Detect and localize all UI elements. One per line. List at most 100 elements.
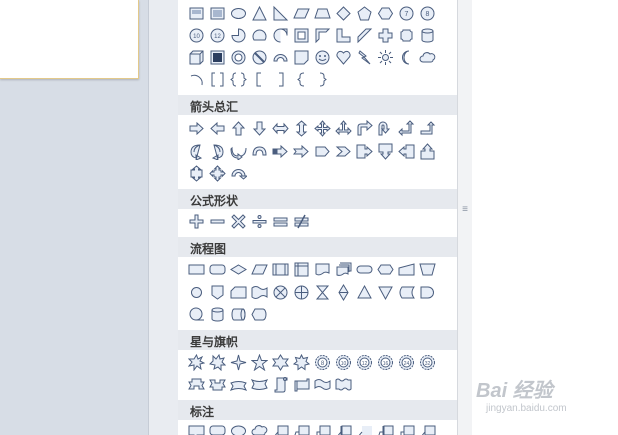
star-7-point-shape[interactable]: [293, 354, 310, 371]
flowchart-delay-shape[interactable]: [419, 284, 436, 301]
bent-up-arrow-shape[interactable]: [419, 120, 436, 137]
l-shape[interactable]: [335, 27, 352, 44]
sun-shape[interactable]: [377, 49, 394, 66]
flowchart-card-shape[interactable]: [230, 284, 247, 301]
cloud-callout-shape[interactable]: [251, 424, 268, 435]
flowchart-process-shape[interactable]: [188, 261, 205, 278]
bent-arrow-shape[interactable]: [356, 120, 373, 137]
half-frame-shape[interactable]: [314, 27, 331, 44]
notched-right-arrow-shape[interactable]: [293, 143, 310, 160]
star-16-point-shape[interactable]: 16: [377, 354, 394, 371]
double-brace-shape[interactable]: [230, 71, 247, 88]
right-arrow-shape[interactable]: [188, 120, 205, 137]
donut-shape[interactable]: [230, 49, 247, 66]
rounded-rectangular-callout-shape[interactable]: [209, 424, 226, 435]
math-equal-shape[interactable]: [272, 213, 289, 230]
pentagon-arrow-shape[interactable]: [314, 143, 331, 160]
line-callout-triple-shape[interactable]: [419, 424, 436, 435]
flowchart-sort-shape[interactable]: [335, 284, 352, 301]
up-arrow-shape[interactable]: [230, 120, 247, 137]
octagon-badge-shape[interactable]: 8: [419, 5, 436, 22]
u-turn-arrow-shape[interactable]: [377, 120, 394, 137]
down-ribbon-shape[interactable]: [209, 376, 226, 393]
frame-shape[interactable]: [293, 27, 310, 44]
block-arc-shape[interactable]: [272, 49, 289, 66]
up-down-arrow-callout-shape[interactable]: [188, 165, 205, 182]
line-callout-3-shape[interactable]: [314, 424, 331, 435]
line-callout-no-border-shape[interactable]: [356, 424, 373, 435]
right-bracket-shape[interactable]: [272, 71, 289, 88]
double-wave-shape[interactable]: [335, 376, 352, 393]
curved-down-ribbon-shape[interactable]: [251, 376, 268, 393]
line-callout-2-shape[interactable]: [293, 424, 310, 435]
horizontal-scroll-shape[interactable]: [293, 376, 310, 393]
circular-arrow-shape[interactable]: [230, 165, 247, 182]
quad-arrow-shape[interactable]: [314, 120, 331, 137]
line-callout-border-accent-shape[interactable]: [377, 424, 394, 435]
curved-up-ribbon-shape[interactable]: [230, 376, 247, 393]
star-5-point-shape[interactable]: [251, 354, 268, 371]
star-24-point-shape[interactable]: 24: [398, 354, 415, 371]
diagonal-stripe-shape[interactable]: [356, 27, 373, 44]
flowchart-direct-access-storage-shape[interactable]: [230, 306, 247, 323]
left-bracket-shape[interactable]: [251, 71, 268, 88]
flowchart-predefined-process-shape[interactable]: [272, 261, 289, 278]
chevron-shape[interactable]: [335, 143, 352, 160]
curved-left-arrow-shape[interactable]: [209, 143, 226, 160]
picture-frame-shape[interactable]: [209, 5, 226, 22]
decagon-shape[interactable]: 10: [188, 27, 205, 44]
flowchart-decision-shape[interactable]: [230, 261, 247, 278]
chord-shape[interactable]: [251, 27, 268, 44]
flowchart-preparation-shape[interactable]: [377, 261, 394, 278]
flowchart-extract-shape[interactable]: [356, 284, 373, 301]
flowchart-manual-operation-shape[interactable]: [419, 261, 436, 278]
bevel-shape[interactable]: [209, 49, 226, 66]
folded-corner-shape[interactable]: [293, 49, 310, 66]
flowchart-sequential-access-shape[interactable]: [188, 306, 205, 323]
flowchart-display-shape[interactable]: [251, 306, 268, 323]
down-arrow-callout-shape[interactable]: [377, 143, 394, 160]
line-callout-accent-bar-shape[interactable]: [335, 424, 352, 435]
smiley-face-shape[interactable]: [314, 49, 331, 66]
flowchart-internal-storage-shape[interactable]: [293, 261, 310, 278]
left-arrow-callout-shape[interactable]: [398, 143, 415, 160]
math-not-equal-shape[interactable]: [293, 213, 310, 230]
teardrop-shape[interactable]: [272, 27, 289, 44]
flowchart-magnetic-disk-shape[interactable]: [209, 306, 226, 323]
left-right-arrow-shape[interactable]: [272, 120, 289, 137]
striped-right-arrow-shape[interactable]: [272, 143, 289, 160]
quad-arrow-callout-shape[interactable]: [209, 165, 226, 182]
triangle-shape[interactable]: [251, 5, 268, 22]
vertical-scroll-shape[interactable]: [272, 376, 289, 393]
picture-frame-shape[interactable]: [188, 5, 205, 22]
dodecagon-shape[interactable]: 12: [209, 27, 226, 44]
plaque-shape[interactable]: [398, 27, 415, 44]
flowchart-punched-tape-shape[interactable]: [251, 284, 268, 301]
flowchart-alternate-process-shape[interactable]: [209, 261, 226, 278]
star-10-point-shape[interactable]: 10: [335, 354, 352, 371]
flowchart-document-shape[interactable]: [314, 261, 331, 278]
double-bracket-shape[interactable]: [209, 71, 226, 88]
right-brace-shape[interactable]: [314, 71, 331, 88]
heptagon-badge-shape[interactable]: 7: [398, 5, 415, 22]
star-4-point-shape[interactable]: [230, 354, 247, 371]
flowchart-multidocument-shape[interactable]: [335, 261, 352, 278]
flowchart-manual-input-shape[interactable]: [398, 261, 415, 278]
flowchart-summing-junction-shape[interactable]: [272, 284, 289, 301]
right-triangle-shape[interactable]: [272, 5, 289, 22]
oval-callout-shape[interactable]: [230, 424, 247, 435]
right-arrow-callout-shape[interactable]: [356, 143, 373, 160]
resize-grip-icon[interactable]: ≡: [461, 205, 469, 215]
heart-shape[interactable]: [335, 49, 352, 66]
left-up-arrow-shape[interactable]: [398, 120, 415, 137]
arc-shape[interactable]: [188, 71, 205, 88]
star-6-point-shape[interactable]: [272, 354, 289, 371]
flowchart-collate-shape[interactable]: [314, 284, 331, 301]
curved-down-arrow-shape[interactable]: [251, 143, 268, 160]
hexagon-shape[interactable]: [377, 5, 394, 22]
moon-shape[interactable]: [398, 49, 415, 66]
left-arrow-shape[interactable]: [209, 120, 226, 137]
slide-thumbnail[interactable]: [0, 0, 139, 79]
flowchart-data-shape[interactable]: [251, 261, 268, 278]
oval-shape[interactable]: [230, 5, 247, 22]
